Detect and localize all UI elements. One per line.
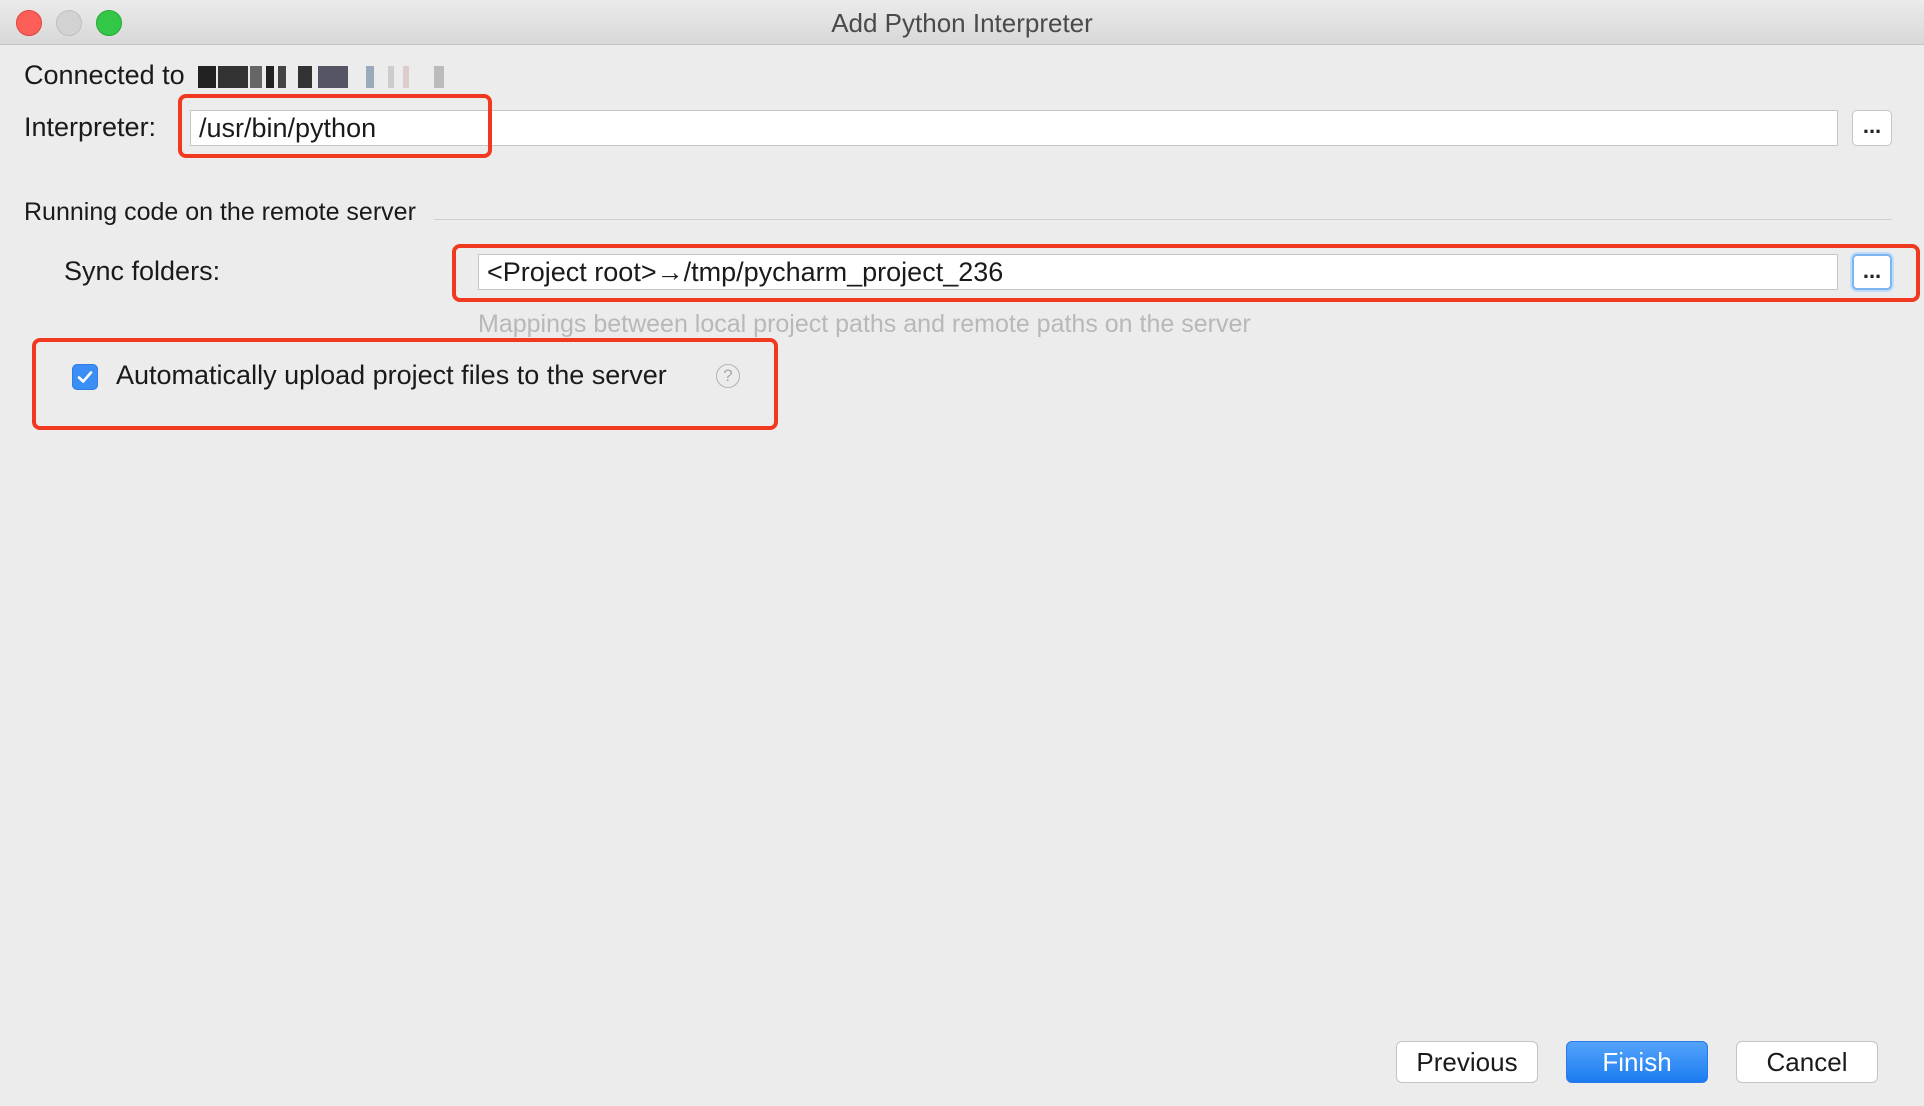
remote-section-heading: Running code on the remote server bbox=[24, 198, 416, 226]
sync-folders-label: Sync folders: bbox=[64, 256, 221, 286]
sync-folders-hint: Mappings between local project paths and… bbox=[478, 310, 1251, 338]
finish-button[interactable]: Finish bbox=[1566, 1041, 1708, 1083]
cancel-button[interactable]: Cancel bbox=[1736, 1041, 1878, 1083]
annotation-box-auto-upload bbox=[32, 338, 778, 430]
annotation-box-sync-folders bbox=[452, 244, 1920, 302]
previous-button[interactable]: Previous bbox=[1396, 1041, 1538, 1083]
section-divider bbox=[434, 219, 1892, 220]
connected-to-label: Connected to bbox=[24, 60, 185, 90]
interpreter-label: Interpreter: bbox=[24, 112, 157, 142]
redacted-host bbox=[198, 66, 508, 88]
title-bar: Add Python Interpreter bbox=[0, 0, 1924, 45]
interpreter-browse-button[interactable]: ... bbox=[1852, 110, 1892, 146]
annotation-box-interpreter bbox=[178, 94, 492, 158]
window-title: Add Python Interpreter bbox=[831, 8, 1093, 38]
